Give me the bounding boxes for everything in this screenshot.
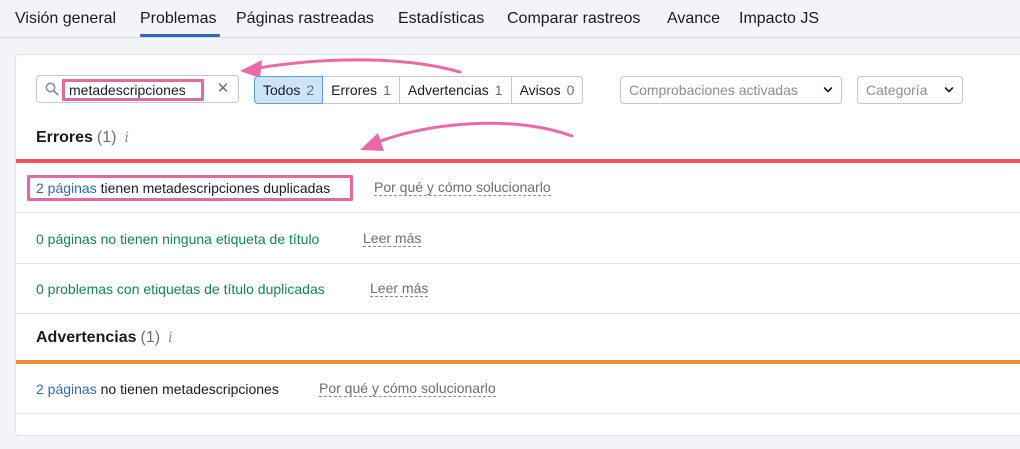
top-nav: Visión general Problemas Páginas rastrea…: [0, 0, 1020, 38]
tab-comparar-rastreos[interactable]: Comparar rastreos: [507, 10, 640, 28]
filter-avisos-label: Avisos: [519, 82, 561, 98]
filter-errores-count: 1: [383, 82, 391, 98]
tab-estadisticas[interactable]: Estadísticas: [398, 10, 484, 28]
checks-dropdown-label: Comprobaciones activadas: [629, 82, 798, 98]
issue-row: 0 páginas no tienen ninguna etiqueta de …: [16, 214, 1020, 264]
filter-advertencias-count: 1: [494, 82, 503, 98]
issue-pages-link[interactable]: 2 páginas: [36, 381, 97, 397]
info-icon[interactable]: i: [124, 130, 128, 146]
tab-avance[interactable]: Avance: [667, 10, 720, 28]
tab-vision-general[interactable]: Visión general: [15, 10, 116, 28]
issue-row: 2 páginas no tienen metadescripciones Po…: [16, 364, 1020, 414]
issue-pages-link[interactable]: 2 páginas: [36, 180, 97, 196]
read-more-link[interactable]: Leer más: [370, 281, 429, 297]
tab-paginas-rastreadas[interactable]: Páginas rastreadas: [236, 10, 374, 28]
category-dropdown[interactable]: Categoría: [857, 76, 963, 104]
errors-section-title: Errores (1) i: [36, 129, 129, 147]
issue-row: 2 páginas tienen metadescripciones dupli…: [16, 163, 1020, 213]
filter-advertencias-label: Advertencias: [407, 82, 489, 98]
issue-type-filter: Todos 2 Errores 1 Advertencias 1 Avisos 0: [254, 76, 584, 104]
errors-count: (1): [96, 129, 117, 146]
clear-search-icon[interactable]: ✕: [214, 80, 232, 98]
issue-text: 2 páginas tienen metadescripciones dupli…: [36, 180, 330, 196]
issue-description: no tienen metadescripciones: [96, 381, 279, 397]
search-icon: [45, 82, 59, 96]
warnings-count: (1): [140, 329, 161, 346]
info-icon[interactable]: i: [168, 330, 172, 346]
category-dropdown-label: Categoría: [866, 82, 928, 98]
warnings-section-title: Advertencias (1) i: [36, 329, 173, 347]
filter-todos-count: 2: [306, 82, 315, 98]
tab-impacto-js[interactable]: Impacto JS: [739, 10, 819, 28]
tab-problemas[interactable]: Problemas: [140, 10, 216, 28]
filter-todos-button[interactable]: Todos 2: [254, 76, 324, 104]
filter-avisos-count: 0: [566, 82, 575, 98]
checks-dropdown[interactable]: Comprobaciones activadas: [620, 76, 842, 104]
active-tab-indicator: [140, 34, 220, 37]
chevron-down-icon: [823, 87, 833, 93]
search-value[interactable]: metadescripciones: [69, 82, 186, 98]
issue-description: tienen metadescripciones duplicadas: [96, 180, 331, 196]
issue-text: 0 páginas no tienen ninguna etiqueta de …: [36, 231, 320, 247]
chevron-down-icon: [944, 87, 954, 93]
issue-text: 2 páginas no tienen metadescripciones: [36, 381, 279, 397]
issue-text: 0 problemas con etiquetas de título dupl…: [36, 281, 325, 297]
warnings-title: Advertencias: [36, 329, 137, 346]
read-more-link[interactable]: Leer más: [363, 231, 422, 247]
why-how-fix-link[interactable]: Por qué y cómo solucionarlo: [374, 180, 551, 196]
filter-advertencias-button[interactable]: Advertencias 1: [398, 76, 512, 104]
issues-card: metadescripciones ✕ Todos 2 Errores 1 Adve…: [15, 54, 1020, 436]
filter-errores-button[interactable]: Errores 1: [322, 76, 400, 104]
filter-todos-label: Todos: [263, 82, 301, 98]
errors-title: Errores: [36, 129, 93, 146]
filter-avisos-button[interactable]: Avisos 0: [510, 76, 584, 104]
search-input[interactable]: metadescripciones ✕: [36, 75, 239, 103]
filter-errores-label: Errores: [331, 82, 378, 98]
issue-row: 0 problemas con etiquetas de título dupl…: [16, 264, 1020, 314]
why-how-fix-link[interactable]: Por qué y cómo solucionarlo: [319, 381, 496, 397]
